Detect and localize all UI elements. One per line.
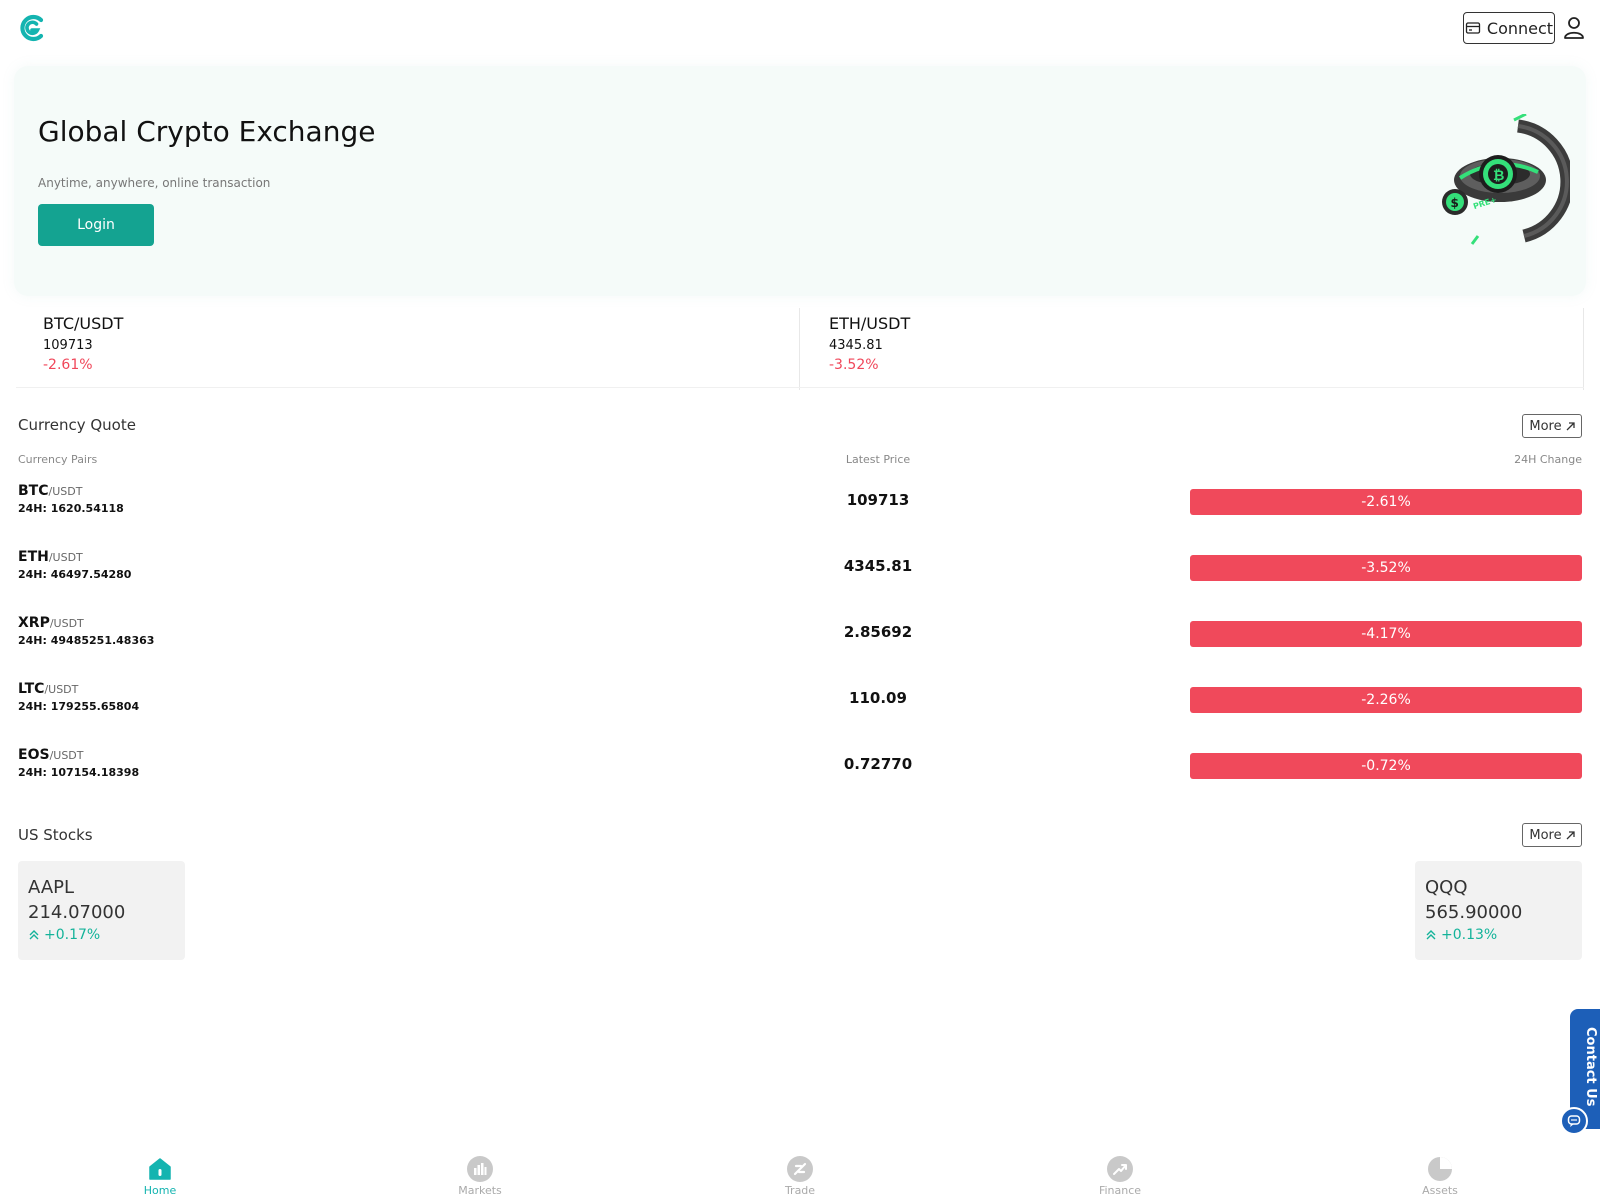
ticker-eth[interactable]: ETH/USDT 4345.81 -3.52% xyxy=(802,308,1584,390)
more-label: More xyxy=(1529,418,1562,434)
trade-icon xyxy=(787,1156,813,1182)
ticker-pair: BTC/USDT xyxy=(43,314,124,333)
svg-text:$: $ xyxy=(1451,196,1459,210)
column-header-price: Latest Price xyxy=(845,453,911,466)
quote-price: 109713 xyxy=(846,491,910,509)
quote-price: 110.09 xyxy=(849,689,907,707)
quote-symbol: BTC/USDT xyxy=(18,483,83,499)
more-label: More xyxy=(1529,827,1562,843)
tab-label: Finance xyxy=(1098,1184,1142,1197)
quote-change-badge: -2.61% xyxy=(1190,489,1582,515)
quote-symbol: ETH/USDT xyxy=(18,549,83,565)
connect-wallet-button[interactable]: Connect xyxy=(1463,12,1555,44)
double-chevron-up-icon xyxy=(1426,930,1436,940)
home-icon xyxy=(147,1156,173,1182)
quote-change-badge: -4.17% xyxy=(1190,621,1582,647)
ticker-pair: ETH/USDT xyxy=(829,314,911,333)
stock-change: +0.13% xyxy=(1425,927,1497,943)
us-stocks-title: US Stocks xyxy=(18,826,93,844)
chat-bubble-icon[interactable] xyxy=(1560,1107,1588,1135)
quote-price: 2.85692 xyxy=(843,623,913,641)
currency-quote-title: Currency Quote xyxy=(18,416,136,434)
quote-change-badge: -2.26% xyxy=(1190,687,1582,713)
connect-label: Connect xyxy=(1486,18,1554,38)
stocks-more-button[interactable]: More xyxy=(1522,823,1582,847)
crypto-illustration-icon: ₿ $ PRE+ xyxy=(1438,112,1574,246)
quote-symbol: EOS/USDT xyxy=(18,747,84,763)
tab-label: Home xyxy=(143,1184,177,1197)
quote-volume: 24H: 107154.18398 xyxy=(18,766,140,779)
tab-markets[interactable]: Markets xyxy=(440,1156,520,1200)
arrow-up-right-icon xyxy=(1566,830,1575,839)
double-chevron-up-icon xyxy=(29,930,39,940)
markets-icon xyxy=(467,1156,493,1182)
quote-change-badge: -0.72% xyxy=(1190,753,1582,779)
bottom-tab-bar: Home Markets Trade Finance Assets xyxy=(0,1150,1600,1200)
quote-symbol: LTC/USDT xyxy=(18,681,79,697)
quote-volume: 24H: 49485251.48363 xyxy=(18,634,155,647)
stock-card-qqq[interactable]: QQQ 565.90000 +0.13% xyxy=(1415,861,1582,960)
quote-volume: 24H: 46497.54280 xyxy=(18,568,132,581)
quote-row-eth[interactable]: ETH/USDT 24H: 46497.54280 4345.81 -3.52% xyxy=(18,549,1582,589)
finance-icon xyxy=(1107,1156,1133,1182)
tab-label: Trade xyxy=(784,1184,816,1197)
quotes-more-button[interactable]: More xyxy=(1522,414,1582,438)
login-button[interactable]: Login xyxy=(38,204,154,246)
stock-card-aapl[interactable]: AAPL 214.07000 +0.17% xyxy=(18,861,185,960)
contact-us-label: Contact Us xyxy=(1583,1027,1598,1107)
stock-symbol: AAPL xyxy=(28,877,75,898)
stock-symbol: QQQ xyxy=(1425,877,1468,898)
tab-label: Assets xyxy=(1422,1184,1458,1197)
assets-icon xyxy=(1427,1156,1453,1182)
svg-text:₿: ₿ xyxy=(1493,168,1504,184)
quote-volume: 24H: 1620.54118 xyxy=(18,502,124,515)
tab-finance[interactable]: Finance xyxy=(1080,1156,1160,1200)
stock-price: 565.90000 xyxy=(1425,902,1523,923)
user-profile-icon[interactable] xyxy=(1563,16,1585,40)
quote-row-eos[interactable]: EOS/USDT 24H: 107154.18398 0.72770 -0.72… xyxy=(18,747,1582,787)
tab-assets[interactable]: Assets xyxy=(1400,1156,1480,1200)
top-header: Connect xyxy=(0,0,1600,58)
stock-change: +0.17% xyxy=(28,927,100,943)
ticker-price: 109713 xyxy=(43,338,93,353)
quote-price: 0.72770 xyxy=(843,755,913,773)
hero-subtitle: Anytime, anywhere, online transaction xyxy=(38,176,271,190)
wallet-icon xyxy=(1465,22,1481,34)
quote-row-ltc[interactable]: LTC/USDT 24H: 179255.65804 110.09 -2.26% xyxy=(18,681,1582,721)
quote-row-xrp[interactable]: XRP/USDT 24H: 49485251.48363 2.85692 -4.… xyxy=(18,615,1582,655)
ticker-price: 4345.81 xyxy=(829,338,883,353)
divider xyxy=(16,387,1584,388)
hero-title: Global Crypto Exchange xyxy=(38,115,376,148)
ticker-change: -2.61% xyxy=(43,357,93,373)
tab-home[interactable]: Home xyxy=(120,1156,200,1200)
tab-label: Markets xyxy=(458,1184,502,1197)
hero-banner: Global Crypto Exchange Anytime, anywhere… xyxy=(14,66,1586,296)
quote-price: 4345.81 xyxy=(843,557,913,575)
quote-change-badge: -3.52% xyxy=(1190,555,1582,581)
ticker-change: -3.52% xyxy=(829,357,879,373)
quote-row-btc[interactable]: BTC/USDT 24H: 1620.54118 109713 -2.61% xyxy=(18,483,1582,523)
stock-price: 214.07000 xyxy=(28,902,126,923)
column-header-change: 24H Change xyxy=(1514,453,1582,466)
tab-trade[interactable]: Trade xyxy=(760,1156,840,1200)
arrow-up-right-icon xyxy=(1566,421,1575,430)
quote-symbol: XRP/USDT xyxy=(18,615,84,631)
brand-logo-icon[interactable] xyxy=(17,13,47,43)
ticker-btc[interactable]: BTC/USDT 109713 -2.61% xyxy=(16,308,800,390)
column-header-pairs: Currency Pairs xyxy=(18,453,98,466)
quote-volume: 24H: 179255.65804 xyxy=(18,700,140,713)
